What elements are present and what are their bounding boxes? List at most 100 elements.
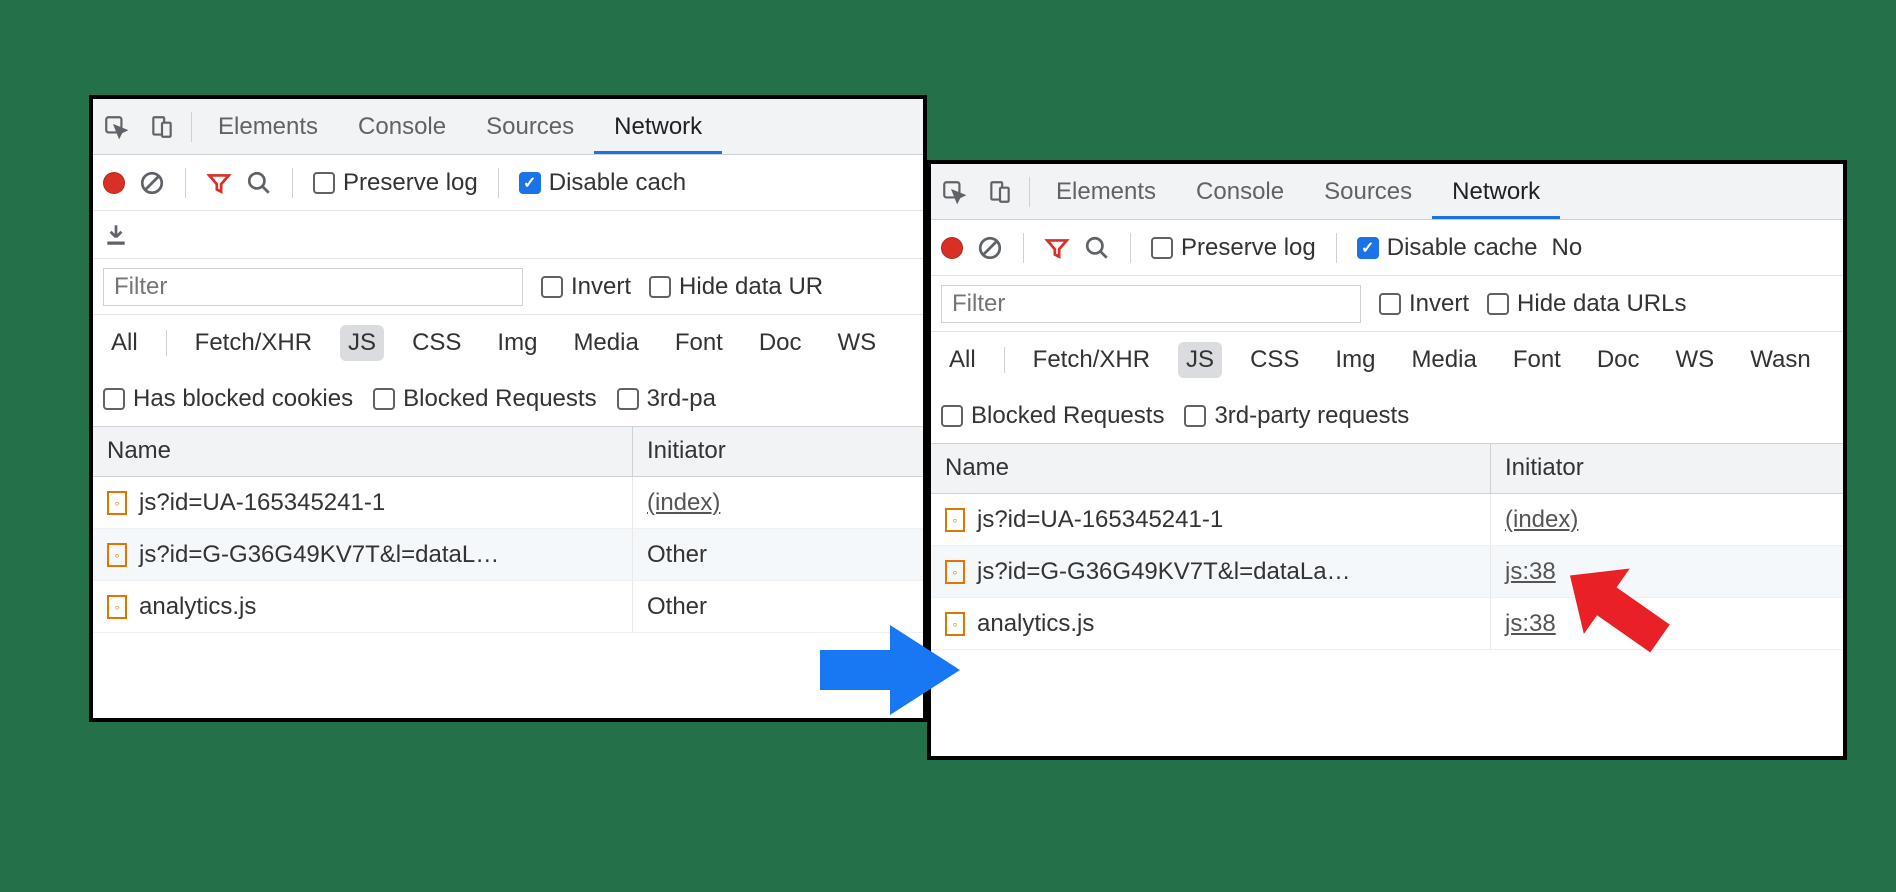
request-name: js?id=UA-165345241-1	[139, 489, 385, 517]
js-file-icon	[107, 595, 127, 619]
extra-filters-row: Has blocked cookies Blocked Requests 3rd…	[93, 371, 923, 427]
third-party-toggle[interactable]: 3rd-party requests	[1184, 402, 1409, 430]
js-file-icon	[945, 612, 965, 636]
tab-sources[interactable]: Sources	[466, 99, 594, 154]
has-blocked-cookies-toggle[interactable]: Has blocked cookies	[103, 385, 353, 413]
inspect-icon[interactable]	[93, 99, 139, 154]
preserve-log-toggle[interactable]: Preserve log	[1151, 234, 1316, 262]
clear-icon[interactable]	[977, 235, 1003, 261]
col-initiator[interactable]: Initiator	[633, 427, 923, 476]
preserve-log-toggle[interactable]: Preserve log	[313, 169, 478, 197]
download-icon[interactable]	[103, 222, 129, 248]
table-body: js?id=UA-165345241-1 (index) js?id=G-G36…	[93, 477, 923, 633]
request-name: analytics.js	[977, 610, 1094, 638]
request-name: js?id=UA-165345241-1	[977, 506, 1223, 534]
tab-elements[interactable]: Elements	[198, 99, 338, 154]
table-header: Name Initiator	[93, 427, 923, 477]
table-row[interactable]: js?id=UA-165345241-1 (index)	[93, 477, 923, 529]
type-img[interactable]: Img	[1327, 342, 1383, 378]
filter-input[interactable]	[103, 268, 523, 306]
invert-label: Invert	[571, 273, 631, 301]
request-name: js?id=G-G36G49KV7T&l=dataL…	[139, 541, 499, 569]
clear-icon[interactable]	[139, 170, 165, 196]
third-party-toggle[interactable]: 3rd-pa	[617, 385, 716, 413]
checkbox-icon	[313, 172, 335, 194]
search-icon[interactable]	[1084, 235, 1110, 261]
filter-input[interactable]	[941, 285, 1361, 323]
type-img[interactable]: Img	[489, 325, 545, 361]
table-row[interactable]: analytics.js Other	[93, 581, 923, 633]
type-js[interactable]: JS	[1178, 342, 1222, 378]
col-name[interactable]: Name	[931, 444, 1491, 493]
tabs-row: Elements Console Sources Network	[93, 99, 923, 155]
types-row: All Fetch/XHR JS CSS Img Media Font Doc …	[93, 315, 923, 371]
type-ws[interactable]: WS	[830, 325, 885, 361]
tab-console[interactable]: Console	[1176, 164, 1304, 219]
truncated-text: No	[1551, 234, 1582, 262]
table-header: Name Initiator	[931, 444, 1843, 494]
type-js[interactable]: JS	[340, 325, 384, 361]
table-row[interactable]: js?id=UA-165345241-1 (index)	[931, 494, 1843, 546]
inspect-icon[interactable]	[931, 164, 977, 219]
type-doc[interactable]: Doc	[1589, 342, 1648, 378]
record-button[interactable]	[941, 237, 963, 259]
search-icon[interactable]	[246, 170, 272, 196]
col-initiator[interactable]: Initiator	[1491, 444, 1843, 493]
checkbox-icon	[649, 276, 671, 298]
disable-cache-label: Disable cache	[1387, 234, 1538, 262]
blocked-requests-toggle[interactable]: Blocked Requests	[373, 385, 596, 413]
type-media[interactable]: Media	[1403, 342, 1484, 378]
blocked-req-label: Blocked Requests	[971, 402, 1164, 430]
filter-icon[interactable]	[1044, 235, 1070, 261]
initiator-link[interactable]: (index)	[1505, 506, 1578, 534]
checkbox-icon	[541, 276, 563, 298]
third-label: 3rd-pa	[647, 385, 716, 413]
blocked-req-label: Blocked Requests	[403, 385, 596, 413]
type-css[interactable]: CSS	[404, 325, 469, 361]
type-all[interactable]: All	[941, 342, 984, 378]
request-name: analytics.js	[139, 593, 256, 621]
type-ws[interactable]: WS	[1668, 342, 1723, 378]
initiator-link[interactable]: js:38	[1505, 610, 1556, 638]
initiator-link[interactable]: js:38	[1505, 558, 1556, 586]
type-doc[interactable]: Doc	[751, 325, 810, 361]
type-media[interactable]: Media	[565, 325, 646, 361]
type-font[interactable]: Font	[667, 325, 731, 361]
initiator-text: Other	[647, 541, 707, 569]
device-toggle-icon[interactable]	[139, 99, 185, 154]
hide-data-urls-toggle[interactable]: Hide data URLs	[1487, 290, 1686, 318]
tab-network[interactable]: Network	[1432, 164, 1560, 219]
tab-sources[interactable]: Sources	[1304, 164, 1432, 219]
table-row[interactable]: js?id=G-G36G49KV7T&l=dataLa… js:38	[931, 546, 1843, 598]
type-css[interactable]: CSS	[1242, 342, 1307, 378]
tab-console[interactable]: Console	[338, 99, 466, 154]
has-blocked-label: Has blocked cookies	[133, 385, 353, 413]
record-button[interactable]	[103, 172, 125, 194]
device-toggle-icon[interactable]	[977, 164, 1023, 219]
type-fetch[interactable]: Fetch/XHR	[187, 325, 320, 361]
type-font[interactable]: Font	[1505, 342, 1569, 378]
table-body: js?id=UA-165345241-1 (index) js?id=G-G36…	[931, 494, 1843, 650]
tabs-row: Elements Console Sources Network	[931, 164, 1843, 220]
hide-data-urls-toggle[interactable]: Hide data UR	[649, 273, 823, 301]
disable-cache-toggle[interactable]: Disable cach	[519, 169, 686, 197]
checkbox-icon	[103, 388, 125, 410]
invert-toggle[interactable]: Invert	[1379, 290, 1469, 318]
col-name[interactable]: Name	[93, 427, 633, 476]
checkbox-icon	[617, 388, 639, 410]
type-wasm[interactable]: Wasn	[1742, 342, 1818, 378]
filter-row: Invert Hide data URLs	[931, 276, 1843, 332]
tab-elements[interactable]: Elements	[1036, 164, 1176, 219]
blocked-requests-toggle[interactable]: Blocked Requests	[941, 402, 1164, 430]
type-all[interactable]: All	[103, 325, 146, 361]
devtools-panel-after: Elements Console Sources Network Preserv…	[927, 160, 1847, 760]
filter-icon[interactable]	[206, 170, 232, 196]
checkbox-icon	[1151, 237, 1173, 259]
initiator-link[interactable]: (index)	[647, 489, 720, 517]
table-row[interactable]: js?id=G-G36G49KV7T&l=dataL… Other	[93, 529, 923, 581]
table-row[interactable]: analytics.js js:38	[931, 598, 1843, 650]
tab-network[interactable]: Network	[594, 99, 722, 154]
invert-toggle[interactable]: Invert	[541, 273, 631, 301]
type-fetch[interactable]: Fetch/XHR	[1025, 342, 1158, 378]
disable-cache-toggle[interactable]: Disable cache	[1357, 234, 1538, 262]
